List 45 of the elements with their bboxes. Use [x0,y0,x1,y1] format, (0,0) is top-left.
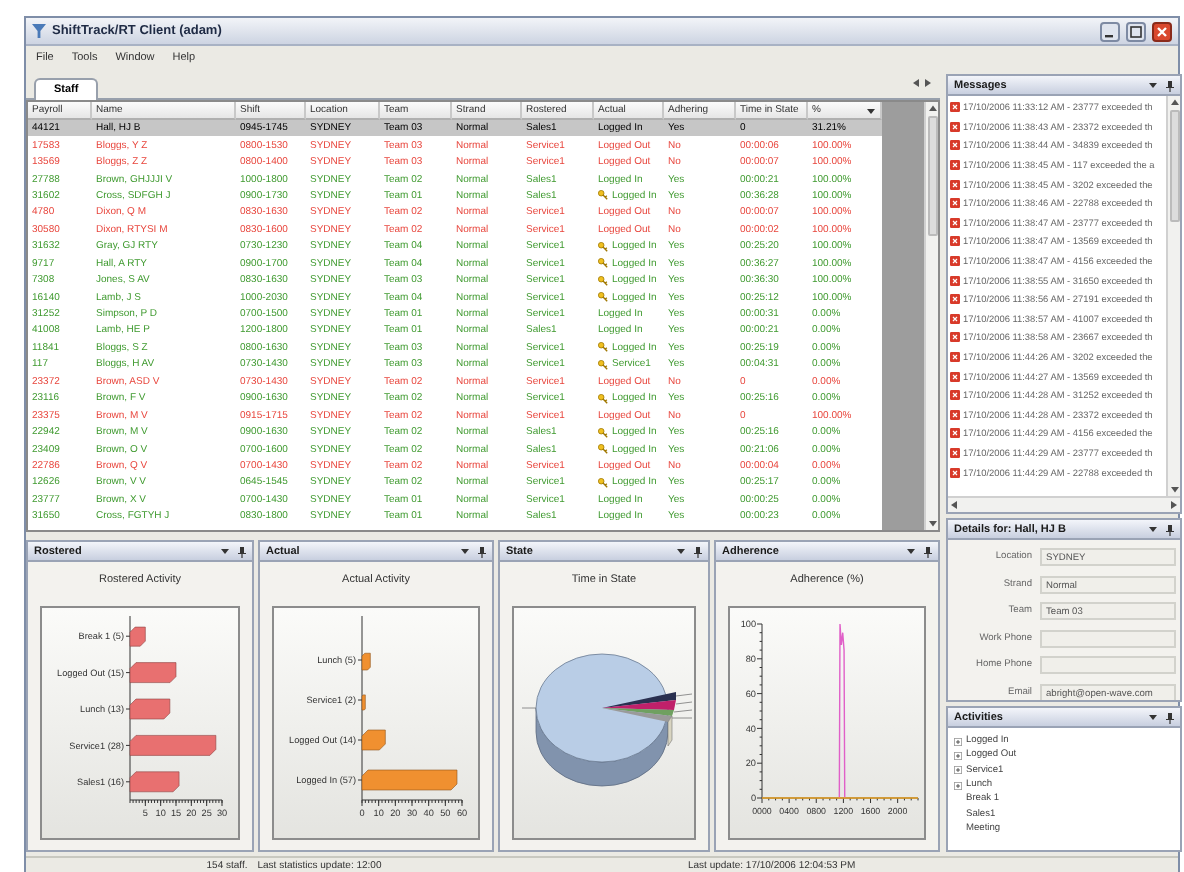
expand-icon[interactable] [954,751,962,760]
caret-icon[interactable] [1148,524,1158,534]
bar [361,729,386,751]
bar [129,735,217,756]
scroll-thumb[interactable] [927,116,937,236]
caret-icon[interactable] [460,546,470,556]
pin-icon[interactable] [694,545,702,557]
bar [361,652,371,671]
pin-icon[interactable] [1166,523,1174,535]
detail-field [1040,629,1176,647]
scroll-up-icon[interactable] [927,104,937,112]
expand-icon[interactable] [954,766,962,775]
pin-icon[interactable] [1166,711,1174,723]
vertical-scrollbar[interactable] [1166,96,1180,496]
caret-icon[interactable] [1148,80,1158,90]
pin-icon[interactable] [924,545,932,557]
expand-icon[interactable] [954,781,962,790]
scroll-right-icon[interactable] [1170,500,1178,510]
bar [129,626,146,647]
caret-icon[interactable] [676,546,686,556]
close-button[interactable] [1152,21,1172,41]
maximize-button[interactable] [1126,21,1146,41]
caret-icon[interactable] [906,546,916,556]
minimize-button[interactable] [1100,21,1120,41]
scroll-left-icon[interactable] [950,500,958,510]
bar [361,769,458,791]
scroll-right-icon[interactable] [924,78,932,88]
pin-icon[interactable] [478,545,486,557]
expand-icon[interactable] [954,737,962,746]
vertical-scrollbar[interactable] [924,102,938,530]
app-icon [32,24,46,38]
pin-icon[interactable] [1166,79,1174,91]
bar [361,694,366,711]
bar [129,662,177,683]
pin-icon[interactable] [238,545,246,557]
bar [129,771,180,793]
scroll-thumb[interactable] [1169,110,1179,222]
caret-icon[interactable] [220,546,230,556]
bar [129,698,171,720]
horizontal-scrollbar[interactable] [948,496,1180,512]
sort-icon[interactable] [866,105,876,115]
scroll-left-icon[interactable] [912,78,920,88]
caret-icon[interactable] [1148,712,1158,722]
scroll-down-icon[interactable] [927,520,937,528]
detail-field [1040,656,1176,674]
